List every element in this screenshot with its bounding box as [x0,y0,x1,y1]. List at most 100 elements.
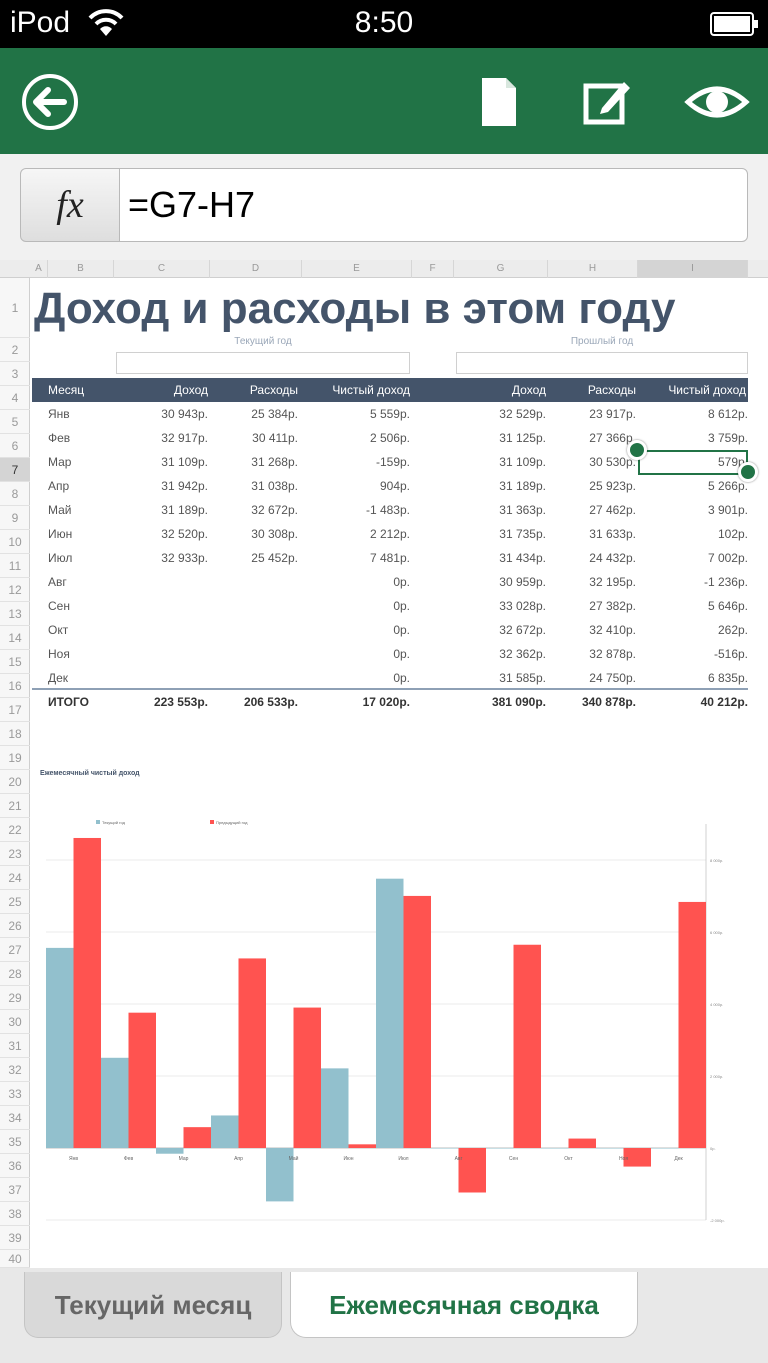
value-cell[interactable]: 31 735р. [452,522,546,546]
value-cell[interactable]: 5 559р. [302,402,410,426]
row-header[interactable]: 28 [0,962,30,986]
value-cell[interactable]: 30 530р. [546,450,636,474]
value-cell[interactable]: 31 125р. [452,426,546,450]
value-cell[interactable]: 25 452р. [210,546,298,570]
value-cell[interactable]: 3 759р. [636,426,748,450]
value-cell[interactable]: 2 212р. [302,522,410,546]
row-header[interactable]: 1 [0,278,30,338]
value-cell[interactable]: 32 672р. [210,498,298,522]
row-header[interactable]: 12 [0,578,30,602]
value-cell[interactable]: 23 917р. [546,402,636,426]
row-header[interactable]: 32 [0,1058,30,1082]
row-header[interactable]: 11 [0,554,30,578]
value-cell[interactable]: 31 038р. [210,474,298,498]
row-header[interactable]: 8 [0,482,30,506]
value-cell[interactable]: 24 750р. [546,666,636,690]
total-value[interactable]: 223 553р. [112,690,208,714]
tab-current-month[interactable]: Текущий месяц [24,1272,282,1338]
row-header[interactable]: 34 [0,1106,30,1130]
month-cell[interactable]: Июл [48,546,108,570]
value-cell[interactable]: 32 410р. [546,618,636,642]
row-header[interactable]: 25 [0,890,30,914]
month-cell[interactable]: Янв [48,402,108,426]
row-header[interactable]: 38 [0,1202,30,1226]
sheet-title[interactable]: Доход и расходы в этом году [34,284,675,334]
value-cell[interactable] [210,666,298,690]
value-cell[interactable]: -159р. [302,450,410,474]
row-header[interactable]: 22 [0,818,30,842]
column-header[interactable]: H [548,260,638,278]
value-cell[interactable] [210,642,298,666]
value-cell[interactable]: 6 835р. [636,666,748,690]
column-header[interactable]: B [48,260,114,278]
header-net-current[interactable]: Чистый доход [302,378,410,402]
value-cell[interactable]: 25 923р. [546,474,636,498]
value-cell[interactable]: 31 109р. [112,450,208,474]
total-label[interactable]: ИТОГО [48,690,108,714]
value-cell[interactable]: 31 189р. [452,474,546,498]
value-cell[interactable] [210,594,298,618]
row-header[interactable]: 20 [0,770,30,794]
value-cell[interactable]: 31 268р. [210,450,298,474]
value-cell[interactable]: 31 434р. [452,546,546,570]
row-header[interactable]: 36 [0,1154,30,1178]
column-header[interactable]: E [302,260,412,278]
value-cell[interactable]: 30 943р. [112,402,208,426]
value-cell[interactable] [112,642,208,666]
column-header[interactable]: C [114,260,210,278]
net-income-chart[interactable]: -2 000р. 0р. 2 000р. 4 000р. 6 000р. 8 000р. Я… [30,800,760,1260]
month-cell[interactable]: Окт [48,618,108,642]
value-cell[interactable]: 0р. [302,618,410,642]
row-header[interactable]: 39 [0,1226,30,1250]
row-header[interactable]: 26 [0,914,30,938]
formula-input[interactable]: =G7-H7 [119,168,748,242]
month-cell[interactable]: Июн [48,522,108,546]
row-header[interactable]: 37 [0,1178,30,1202]
value-cell[interactable]: 31 942р. [112,474,208,498]
value-cell[interactable]: 0р. [302,642,410,666]
selected-cell[interactable] [638,450,748,475]
current-year-box[interactable] [116,352,410,374]
value-cell[interactable]: 32 917р. [112,426,208,450]
row-header[interactable]: 29 [0,986,30,1010]
value-cell[interactable]: -1 236р. [636,570,748,594]
total-value[interactable]: 381 090р. [452,690,546,714]
value-cell[interactable]: 27 366р. [546,426,636,450]
row-header[interactable]: 6 [0,434,30,458]
month-cell[interactable]: Фев [48,426,108,450]
row-header[interactable]: 9 [0,506,30,530]
month-cell[interactable]: Мар [48,450,108,474]
row-header[interactable]: 24 [0,866,30,890]
row-header[interactable]: 31 [0,1034,30,1058]
column-header[interactable]: A [30,260,48,278]
row-header[interactable]: 23 [0,842,30,866]
eye-icon[interactable] [684,72,750,132]
row-header[interactable]: 19 [0,746,30,770]
value-cell[interactable]: 31 189р. [112,498,208,522]
value-cell[interactable]: 32 362р. [452,642,546,666]
row-header[interactable]: 30 [0,1010,30,1034]
month-cell[interactable]: Ноя [48,642,108,666]
row-header[interactable]: 5 [0,410,30,434]
value-cell[interactable]: 31 109р. [452,450,546,474]
month-cell[interactable]: Дек [48,666,108,690]
value-cell[interactable]: 31 633р. [546,522,636,546]
value-cell[interactable]: 2 506р. [302,426,410,450]
value-cell[interactable]: 30 959р. [452,570,546,594]
value-cell[interactable]: 0р. [302,570,410,594]
value-cell[interactable]: 32 520р. [112,522,208,546]
previous-year-box[interactable] [456,352,748,374]
column-header[interactable]: G [454,260,548,278]
month-cell[interactable]: Сен [48,594,108,618]
value-cell[interactable]: 31 363р. [452,498,546,522]
total-value[interactable]: 17 020р. [302,690,410,714]
value-cell[interactable]: 27 382р. [546,594,636,618]
header-expense-previous[interactable]: Расходы [546,378,636,402]
value-cell[interactable]: 7 002р. [636,546,748,570]
month-cell[interactable]: Апр [48,474,108,498]
value-cell[interactable]: 32 195р. [546,570,636,594]
value-cell[interactable]: 7 481р. [302,546,410,570]
chart-title[interactable]: Ежемесячный чистый доход [40,770,140,777]
value-cell[interactable]: 30 411р. [210,426,298,450]
selection-handle[interactable] [738,462,758,482]
